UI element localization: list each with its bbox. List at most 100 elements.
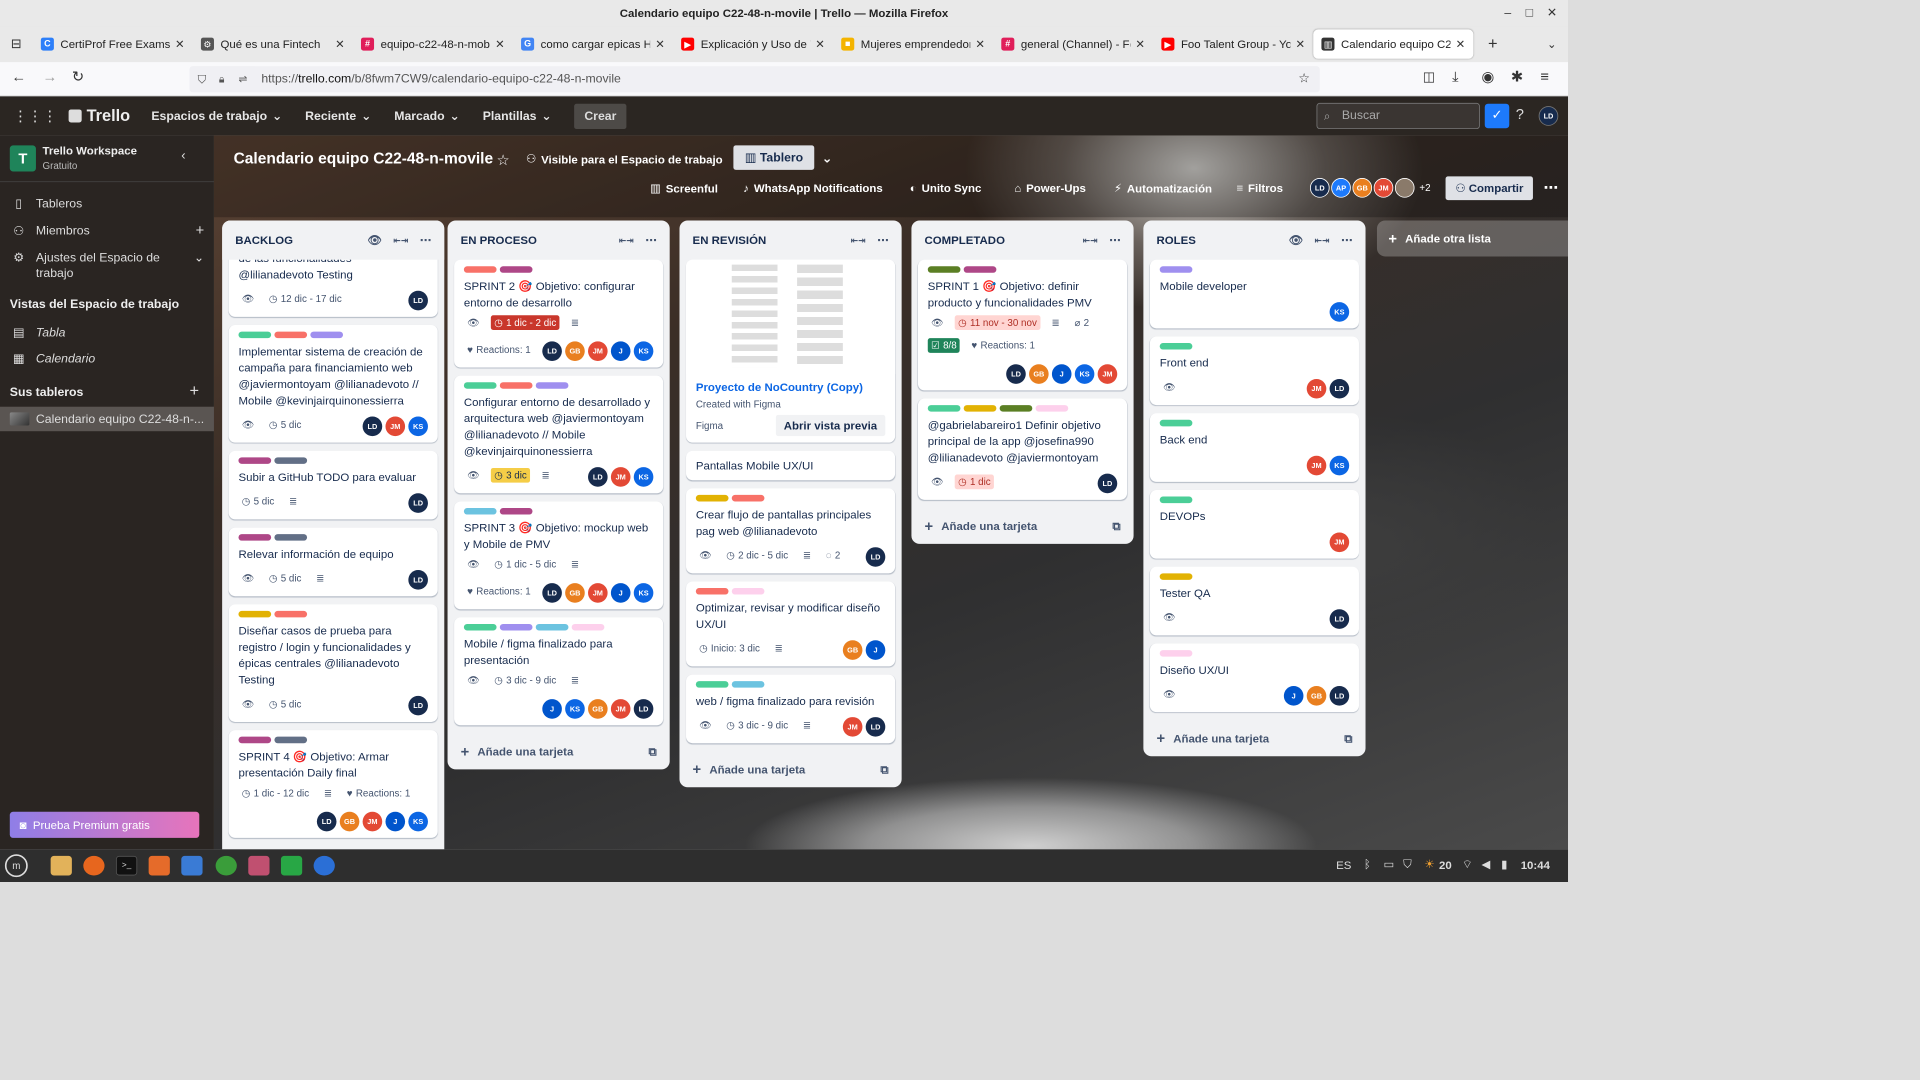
- member-avatar[interactable]: JM: [1097, 364, 1118, 384]
- watch-icon[interactable]: 👁︎: [367, 233, 382, 247]
- app-menu-icon[interactable]: ≡: [1540, 69, 1549, 86]
- card-label[interactable]: [963, 266, 997, 273]
- member-avatar[interactable]: JM: [1373, 178, 1394, 198]
- member-avatar[interactable]: KS: [1329, 302, 1350, 322]
- member-avatar[interactable]: KS: [408, 811, 428, 832]
- collapse-list-icon[interactable]: ⇤⇥: [619, 235, 634, 246]
- powerup-unito[interactable]: ◐ Unito Sync: [910, 181, 982, 194]
- badge-date[interactable]: ◷ 12 dic - 17 dic: [266, 292, 345, 307]
- badge-date[interactable]: ◷ 3 dic - 9 dic: [723, 718, 791, 733]
- card[interactable]: SPRINT 4 🎯 Objetivo: Armar presentación …: [228, 730, 438, 838]
- member-avatar[interactable]: J: [1283, 686, 1304, 706]
- card-label[interactable]: [695, 588, 729, 595]
- browser-tab[interactable]: # general (Channel) - Foo ✕: [993, 29, 1153, 58]
- member-avatar[interactable]: KS: [633, 467, 654, 487]
- member-avatar[interactable]: GB: [339, 811, 360, 832]
- automation-button[interactable]: ⚡︎ Automatización: [1114, 181, 1212, 195]
- card-label[interactable]: [963, 405, 997, 412]
- card-label[interactable]: [499, 382, 533, 389]
- chrome-icon[interactable]: [215, 855, 237, 876]
- template-icon[interactable]: ⧉: [1344, 731, 1352, 745]
- card-label[interactable]: [310, 331, 344, 339]
- member-avatar[interactable]: LD: [316, 811, 337, 832]
- menu-marcado[interactable]: Marcado ⌄: [394, 109, 460, 123]
- badge-date[interactable]: ◷ 3 dic - 9 dic: [491, 673, 559, 688]
- member-avatar[interactable]: LD: [865, 717, 886, 737]
- close-tab-icon[interactable]: ✕: [655, 37, 665, 51]
- card-label[interactable]: [238, 534, 272, 541]
- member-avatar[interactable]: JM: [610, 467, 631, 487]
- list-title[interactable]: EN REVISIÓN: [693, 234, 840, 247]
- member-avatar[interactable]: JM: [842, 717, 863, 737]
- card-label[interactable]: [463, 507, 497, 515]
- member-avatar[interactable]: KS: [1329, 455, 1350, 476]
- figma-title[interactable]: Proyecto de NoCountry (Copy): [696, 381, 885, 394]
- close-tab-icon[interactable]: ✕: [1296, 37, 1306, 51]
- list-menu-icon[interactable]: ⋯: [1109, 233, 1120, 247]
- badge-date[interactable]: ◷ 2 dic - 5 dic: [723, 548, 791, 563]
- powerup-whatsapp[interactable]: ♪ WhatsApp Notifications: [743, 181, 883, 194]
- close-tab-icon[interactable]: ✕: [815, 37, 825, 51]
- powerup-screenful[interactable]: ▥ Screenful: [650, 181, 718, 195]
- member-avatar[interactable]: J: [542, 699, 562, 719]
- sidebar-view-calendario[interactable]: ▦ Calendario: [0, 351, 214, 366]
- card[interactable]: SPRINT 1 🎯 Objetivo: definir producto y …: [917, 259, 1128, 391]
- add-card-button[interactable]: + Añade una tarjeta ⧉: [1143, 720, 1365, 756]
- card-label[interactable]: [274, 610, 308, 618]
- badge-date[interactable]: ◷ Inicio: 3 dic: [696, 641, 763, 656]
- list-title[interactable]: BACKLOG: [235, 234, 356, 247]
- bluetooth-app-icon[interactable]: [313, 855, 335, 876]
- card-label[interactable]: [731, 681, 765, 688]
- list-menu-icon[interactable]: ⋯: [1341, 233, 1352, 247]
- maximize-icon[interactable]: □: [1526, 0, 1533, 26]
- browser-tab[interactable]: # equipo-c22-48-n-mobile ✕: [353, 29, 513, 58]
- close-tab-icon[interactable]: ✕: [495, 37, 505, 51]
- keyboard-language[interactable]: ES: [1336, 858, 1351, 871]
- card-label[interactable]: [695, 494, 729, 502]
- member-avatar[interactable]: JM: [385, 416, 406, 437]
- user-avatar[interactable]: LD: [1538, 106, 1559, 126]
- member-avatar[interactable]: GB: [1029, 364, 1049, 384]
- app-icon[interactable]: [148, 855, 170, 876]
- collapse-sidebar-icon[interactable]: ‹: [181, 149, 185, 164]
- card-label[interactable]: [999, 405, 1033, 412]
- card-label[interactable]: [463, 382, 497, 389]
- member-avatar[interactable]: LD: [633, 699, 654, 719]
- list-title[interactable]: COMPLETADO: [925, 234, 1072, 247]
- member-avatar[interactable]: LD: [1329, 609, 1350, 629]
- add-member-icon[interactable]: +: [196, 222, 205, 239]
- member-avatar[interactable]: LD: [542, 341, 562, 361]
- chevron-down-icon[interactable]: ⌄: [194, 250, 204, 265]
- powerups-button[interactable]: ⌂ Power-Ups: [1014, 181, 1086, 194]
- template-icon[interactable]: ⧉: [1112, 519, 1120, 533]
- member-avatar[interactable]: GB: [565, 583, 585, 603]
- editor-icon[interactable]: [181, 855, 203, 876]
- member-avatar[interactable]: LD: [408, 493, 428, 513]
- member-avatar[interactable]: LD: [1329, 378, 1350, 399]
- collapse-list-icon[interactable]: ⇤⇥: [1315, 235, 1330, 246]
- sidebar-view-tabla[interactable]: ▤ Tabla: [0, 325, 214, 339]
- close-tab-icon[interactable]: ✕: [1135, 37, 1145, 51]
- downloads-icon[interactable]: ⤓: [1452, 69, 1459, 86]
- member-avatar[interactable]: LD: [408, 695, 428, 716]
- card-label[interactable]: [927, 266, 961, 273]
- member-avatar[interactable]: J: [610, 341, 631, 361]
- share-button[interactable]: ⚇ Compartir: [1445, 176, 1534, 201]
- star-icon[interactable]: ☆: [497, 152, 510, 169]
- browser-tab[interactable]: ▶ Explicación y Uso de Tre ✕: [673, 29, 833, 58]
- member-avatar[interactable]: KS: [565, 699, 585, 719]
- workspace-name[interactable]: Trello Workspace: [42, 144, 136, 157]
- spreadsheet-icon[interactable]: [280, 855, 303, 876]
- card-label[interactable]: [238, 610, 272, 618]
- member-avatar[interactable]: JM: [362, 811, 383, 832]
- shield-tray-icon[interactable]: ⛉: [1403, 858, 1412, 872]
- badge-date[interactable]: ◷ 1 dic - 2 dic: [491, 315, 560, 330]
- member-avatar[interactable]: JM: [588, 341, 608, 361]
- member-avatar[interactable]: KS: [633, 583, 654, 603]
- workspace-avatar[interactable]: T: [9, 145, 36, 172]
- shield-icon[interactable]: ⛉: [198, 66, 207, 92]
- browser-tab[interactable]: ⚙ Qué es una Fintech ✕: [193, 29, 353, 58]
- app-switcher-icon[interactable]: ⋮⋮⋮: [13, 107, 57, 124]
- menu-plantillas[interactable]: Plantillas ⌄: [483, 109, 552, 123]
- badge-date[interactable]: ◷ 5 dic: [238, 494, 277, 509]
